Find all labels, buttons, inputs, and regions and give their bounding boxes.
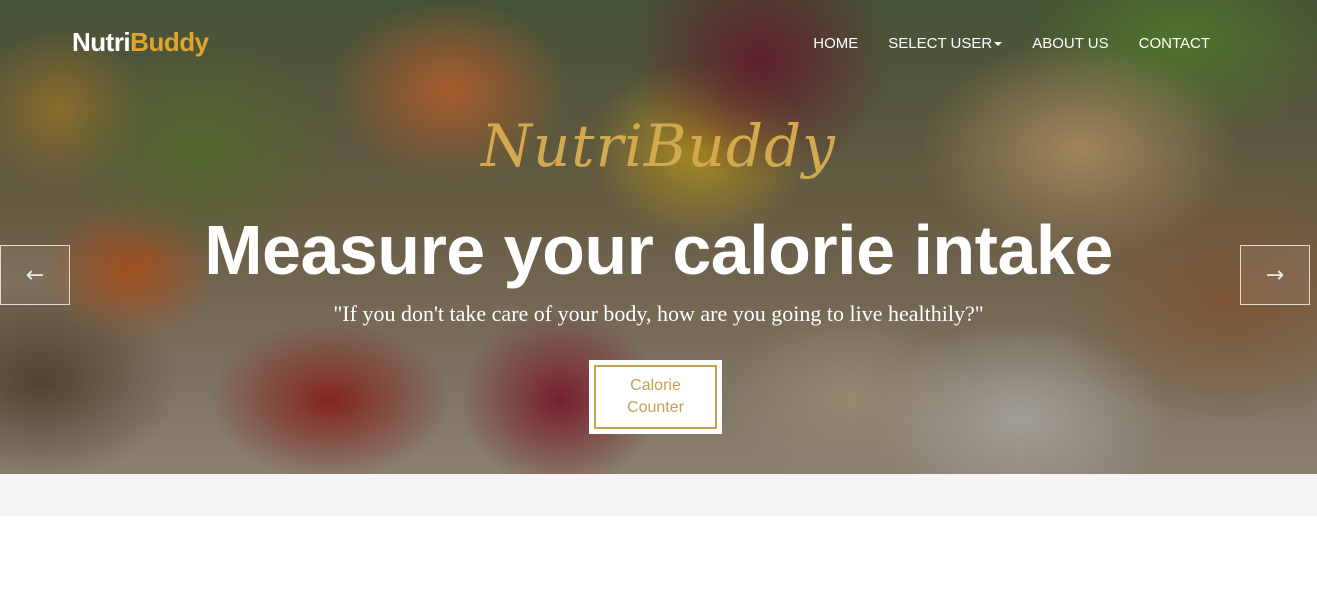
carousel-prev-button[interactable]: ← (0, 245, 70, 305)
arrow-left-icon: ← (25, 262, 45, 288)
carousel-next-button[interactable]: → (1240, 245, 1310, 305)
caret-down-icon (994, 42, 1003, 47)
nav-home[interactable]: HOME (813, 34, 858, 54)
calorie-counter-button-label: Calorie Counter (594, 365, 717, 429)
hero-bottom-band (0, 474, 1317, 516)
calorie-counter-button[interactable]: Calorie Counter (589, 360, 722, 434)
nav-select-user[interactable]: SELECT USER (888, 34, 1003, 54)
main-nav: HOME SELECT USER ABOUT US CONTACT (813, 34, 1210, 54)
nav-select-user-label: SELECT USER (888, 35, 993, 52)
hero-headline: Measure your calorie intake (204, 211, 1113, 289)
brand-logo-part2: Buddy (130, 27, 209, 57)
brand-logo[interactable]: NutriBuddy (72, 27, 209, 58)
nav-contact[interactable]: CONTACT (1139, 34, 1210, 54)
hero-script-title: NutriBuddy (481, 112, 836, 180)
arrow-right-icon: → (1265, 262, 1285, 288)
brand-logo-part1: Nutri (72, 27, 131, 57)
nav-about-us[interactable]: ABOUT US (1032, 34, 1108, 54)
hero-quote: "If you don't take care of your body, ho… (333, 301, 984, 326)
